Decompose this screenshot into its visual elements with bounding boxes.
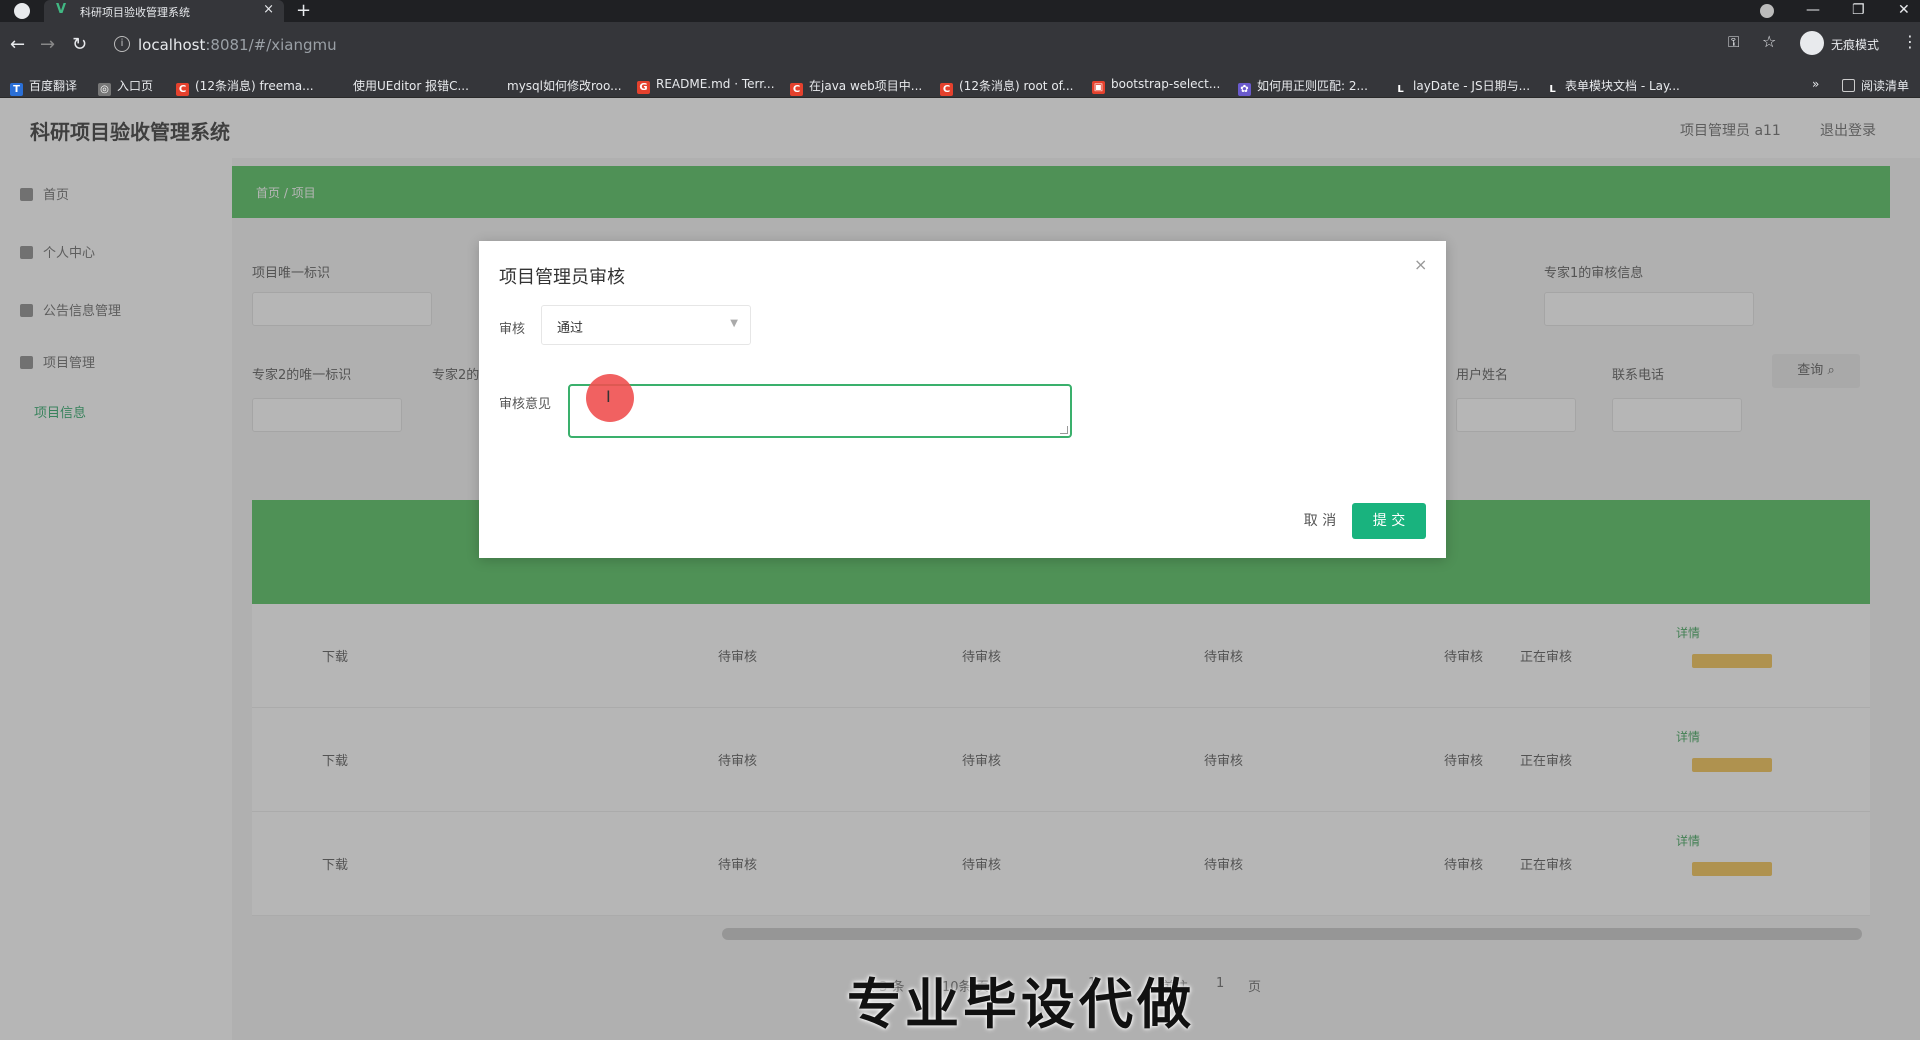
bookmark-favicon-icon: ▣ (1092, 81, 1105, 94)
bookmark-item[interactable]: T 百度翻译 (10, 77, 77, 96)
submit-button[interactable]: 提 交 (1352, 503, 1426, 539)
tab-close-icon[interactable]: × (263, 2, 274, 17)
back-icon[interactable]: ← (10, 34, 25, 55)
bookmark-item[interactable]: 使用UEditor 报错C... (334, 77, 469, 94)
bookmark-label: layDate - JS日期与... (1413, 79, 1531, 93)
bookmark-favicon-icon: C (940, 83, 953, 96)
review-dialog: 项目管理员审核 × 审核 通过 ▼ 审核意见 I 取 消 提 交 (479, 241, 1446, 558)
cancel-button[interactable]: 取 消 (1285, 503, 1355, 539)
bookmark-item[interactable]: mysql如何修改roo... (488, 77, 622, 94)
text-cursor-icon: I (606, 387, 611, 406)
reading-list-label: 阅读清单 (1861, 79, 1910, 93)
url-path: :8081/#/xiangmu (205, 36, 337, 54)
extension-icon[interactable] (1760, 4, 1774, 18)
incognito-icon[interactable] (1800, 31, 1824, 55)
incognito-label: 无痕模式 (1831, 38, 1880, 52)
bookmark-favicon-icon: L (1394, 83, 1407, 96)
bookmark-item[interactable]: G README.md · Terr... (637, 77, 775, 94)
close-icon[interactable]: × (1414, 255, 1427, 274)
url-host: localhost (138, 36, 206, 54)
bookmark-favicon-icon: G (637, 81, 650, 94)
address-bar: ← → ↻ i localhost:8081/#/xiangmu ⚿ ☆ 无痕模… (0, 22, 1920, 70)
bookmark-label: 百度翻译 (29, 79, 78, 93)
minimize-icon[interactable]: — (1806, 2, 1820, 18)
vue-favicon-icon: V (56, 2, 67, 17)
tab-title: 科研项目验收管理系统 (80, 6, 190, 19)
restore-icon[interactable]: ❐ (1852, 2, 1865, 18)
chevron-down-icon: ▼ (730, 318, 738, 329)
browser-menu-icon[interactable]: ⋮ (1902, 32, 1918, 51)
chrome-logo-icon[interactable] (14, 3, 30, 19)
bookmark-favicon-icon: C (790, 83, 803, 96)
reload-icon[interactable]: ↻ (72, 34, 87, 55)
browser-tab[interactable]: V 科研项目验收管理系统 × (44, 0, 284, 22)
bookmark-favicon-icon: C (176, 83, 189, 96)
bookmark-label: 使用UEditor 报错C... (353, 79, 469, 93)
reading-list[interactable]: 阅读清单 (1842, 77, 1909, 94)
bookmark-favicon-icon: L (1546, 83, 1559, 96)
bookmark-label: (12条消息) freema... (195, 79, 314, 93)
omnibox[interactable]: i localhost:8081/#/xiangmu (104, 30, 1744, 60)
bookmark-favicon-icon: ◎ (98, 83, 111, 96)
bookmarks-more-icon[interactable]: » (1812, 77, 1819, 91)
bookmark-favicon-icon: ✿ (1238, 83, 1251, 96)
bookmark-label: 在java web项目中... (809, 79, 923, 93)
bookmark-item[interactable]: C (12条消息) root of... (940, 77, 1073, 96)
bookmark-item[interactable]: ✿ 如何用正则匹配: 2... (1238, 77, 1368, 96)
bookmark-item[interactable]: ◎ 入口页 (98, 77, 153, 96)
url-text[interactable]: localhost:8081/#/xiangmu (138, 36, 337, 54)
bookmark-star-icon[interactable]: ☆ (1762, 32, 1776, 51)
review-select-value: 通过 (557, 321, 584, 336)
bookmark-favicon-icon (488, 79, 501, 92)
review-label: 审核 (499, 322, 526, 337)
dialog-title: 项目管理员审核 (499, 267, 625, 288)
bookmark-label: 入口页 (117, 79, 154, 93)
bookmark-label: mysql如何修改roo... (507, 79, 622, 93)
bookmark-item[interactable]: ▣ bootstrap-select... (1092, 77, 1220, 94)
browser-tab-bar: V 科研项目验收管理系统 × + — ❐ ✕ (0, 0, 1920, 22)
new-tab-button[interactable]: + (296, 0, 311, 21)
bookmark-favicon-icon: T (10, 83, 23, 96)
bookmark-item[interactable]: LlayDate - JS日期与... (1394, 77, 1530, 96)
bookmark-label: 如何用正则匹配: 2... (1257, 79, 1368, 93)
bookmark-item[interactable]: L 表单模块文档 - Lay... (1546, 77, 1680, 96)
bookmark-label: (12条消息) root of... (959, 79, 1074, 93)
opinion-label: 审核意见 (499, 397, 552, 412)
site-info-icon[interactable]: i (114, 36, 130, 52)
resize-handle-icon[interactable] (1060, 426, 1068, 434)
bookmark-item[interactable]: C (12条消息) freema... (176, 77, 314, 96)
watermark-caption: 专业毕设代做 (847, 973, 1195, 1036)
key-icon[interactable]: ⚿ (1728, 33, 1739, 51)
review-select[interactable]: 通过 ▼ (541, 305, 751, 345)
bookmark-label: README.md · Terr... (656, 77, 775, 91)
close-window-icon[interactable]: ✕ (1898, 2, 1910, 18)
forward-icon[interactable]: → (40, 34, 55, 55)
bookmark-item[interactable]: C 在java web项目中... (790, 77, 922, 96)
bookmarks-bar: T 百度翻译 ◎ 入口页 C (12条消息) freema... 使用UEditor … (0, 70, 1920, 98)
bookmark-label: bootstrap-select... (1111, 77, 1221, 91)
opinion-textarea[interactable] (568, 384, 1072, 438)
modal-overlay[interactable] (0, 98, 1920, 1040)
bookmark-favicon-icon (334, 79, 347, 92)
bookmark-label: 表单模块文档 - Lay... (1565, 79, 1680, 93)
reading-list-icon (1842, 79, 1855, 92)
